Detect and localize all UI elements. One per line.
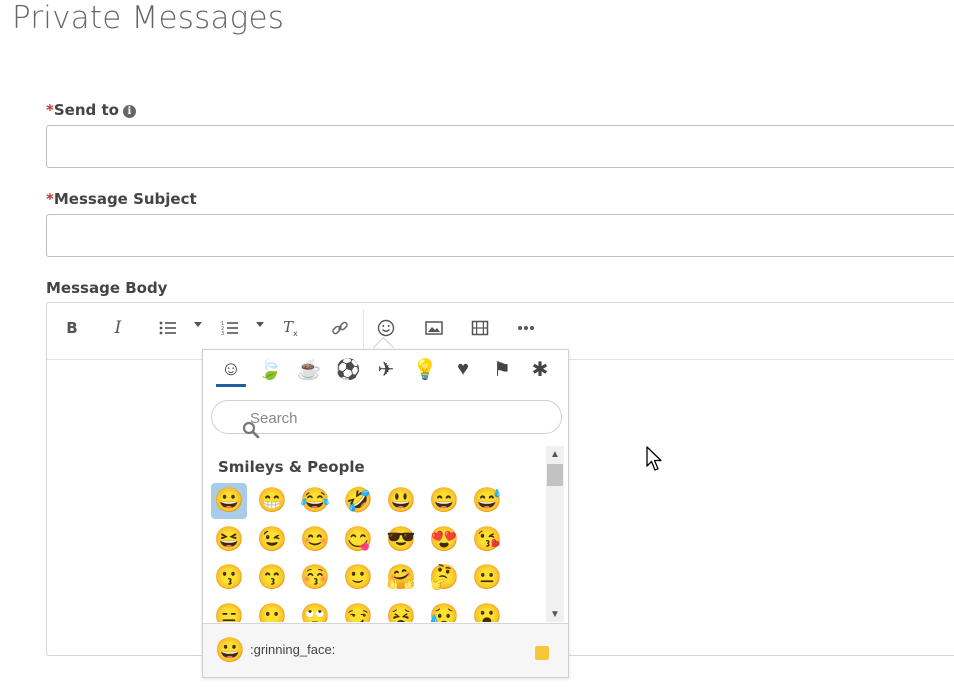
emoji-item[interactable]: 😄 bbox=[426, 483, 462, 519]
emoji-preview-name: :grinning_face: bbox=[250, 642, 336, 657]
send-to-input[interactable] bbox=[46, 125, 954, 168]
emoji-item[interactable]: 😙 bbox=[254, 560, 290, 596]
emoji-item[interactable]: 😏 bbox=[340, 599, 376, 622]
emoji-search[interactable] bbox=[211, 400, 562, 439]
emoji-item[interactable]: 😀 bbox=[211, 483, 247, 519]
emoji-category-symbols-icon[interactable]: ♥ bbox=[446, 356, 480, 382]
body-label: Message Body bbox=[46, 279, 168, 297]
italic-button[interactable]: I bbox=[109, 317, 127, 339]
emoji-category-objects-icon[interactable]: 💡 bbox=[408, 356, 442, 382]
emoji-icon[interactable] bbox=[375, 317, 397, 339]
required-mark: * bbox=[46, 101, 54, 119]
subject-input[interactable] bbox=[46, 214, 954, 257]
emoji-item[interactable]: 😅 bbox=[469, 483, 505, 519]
emoji-search-input[interactable] bbox=[248, 407, 542, 429]
emoji-category-nature-icon[interactable]: 🍃 bbox=[253, 356, 287, 382]
subject-label: *Message Subject bbox=[46, 190, 197, 208]
emoji-item[interactable]: 😍 bbox=[426, 522, 462, 558]
emoji-scrollbar[interactable]: ▲ ▼ bbox=[546, 446, 564, 622]
svg-text:3: 3 bbox=[221, 331, 224, 336]
emoji-section-title: Smileys & People bbox=[218, 458, 365, 476]
emoji-category-travel-icon[interactable]: ✈ bbox=[369, 356, 403, 382]
mouse-cursor-icon bbox=[646, 446, 662, 471]
emoji-item[interactable]: 😋 bbox=[340, 522, 376, 558]
video-icon[interactable] bbox=[469, 317, 491, 339]
emoji-item[interactable]: 😣 bbox=[383, 599, 419, 622]
emoji-list: Smileys & People 😀 😁 😂 🤣 😃 😄 😅 😆 😉 😊 😋 😎 😍 😘 😗 😙 😚 🙂 🤗 🤔 😐 😑 😶… bbox=[203, 444, 546, 622]
bullet-list-icon[interactable] bbox=[157, 317, 179, 339]
skin-tone-button[interactable] bbox=[535, 646, 549, 660]
emoji-item[interactable]: 😃 bbox=[383, 483, 419, 519]
required-mark: * bbox=[46, 190, 54, 208]
emoji-item[interactable]: 😚 bbox=[297, 560, 333, 596]
info-icon[interactable]: i bbox=[122, 105, 136, 118]
scrollbar-thumb[interactable] bbox=[547, 464, 563, 486]
send-to-label: *Send to i bbox=[46, 101, 136, 119]
clear-formatting-icon[interactable]: Tx bbox=[281, 317, 303, 339]
bullet-list-dropdown-icon[interactable] bbox=[194, 322, 202, 327]
image-icon[interactable] bbox=[423, 317, 445, 339]
emoji-item[interactable]: 😗 bbox=[211, 560, 247, 596]
emoji-category-flags-icon[interactable]: ⚑ bbox=[485, 356, 519, 382]
emoji-item[interactable]: 😶 bbox=[254, 599, 290, 622]
emoji-item[interactable]: 😆 bbox=[211, 522, 247, 558]
page-title: Private Messages bbox=[12, 0, 285, 36]
search-icon bbox=[242, 421, 260, 439]
emoji-category-bar: ☺ 🍃 ☕ ⚽ ✈ 💡 ♥ ⚑ ✱ bbox=[203, 350, 568, 388]
emoji-category-custom-icon[interactable]: ✱ bbox=[523, 356, 557, 382]
emoji-item[interactable]: 🙄 bbox=[297, 599, 333, 622]
emoji-item[interactable]: 🙂 bbox=[340, 560, 376, 596]
scroll-down-icon[interactable]: ▼ bbox=[546, 606, 564, 622]
emoji-item[interactable]: 😉 bbox=[254, 522, 290, 558]
emoji-item[interactable]: 😘 bbox=[469, 522, 505, 558]
bold-button[interactable]: B bbox=[63, 317, 81, 339]
emoji-category-activities-icon[interactable]: ⚽ bbox=[331, 356, 365, 382]
emoji-item[interactable]: 🤣 bbox=[340, 483, 376, 519]
emoji-item[interactable]: 😐 bbox=[469, 560, 505, 596]
emoji-category-food-icon[interactable]: ☕ bbox=[292, 356, 326, 382]
svg-text:x: x bbox=[293, 329, 298, 337]
emoji-item[interactable]: 😎 bbox=[383, 522, 419, 558]
emoji-item[interactable]: 😥 bbox=[426, 599, 462, 622]
emoji-picker-popup: ☺🍃☕⚽✈💡♥⚑✱ Smileys & People 😀😁😂🤣😃😄😅😆😉😊😋😎😍… bbox=[202, 349, 569, 678]
emoji-category-smileys-icon[interactable]: ☺ bbox=[214, 356, 248, 387]
numbered-list-dropdown-icon[interactable] bbox=[256, 322, 264, 327]
subject-label-text: Message Subject bbox=[53, 190, 197, 208]
emoji-preview: 😀 bbox=[215, 636, 245, 664]
emoji-item[interactable]: 🤔 bbox=[426, 560, 462, 596]
emoji-item[interactable]: 😊 bbox=[297, 522, 333, 558]
scroll-up-icon[interactable]: ▲ bbox=[546, 446, 564, 462]
link-icon[interactable] bbox=[329, 317, 351, 339]
emoji-item[interactable]: 😮 bbox=[469, 599, 505, 622]
more-options-icon[interactable] bbox=[515, 317, 537, 339]
toolbar-divider bbox=[363, 309, 364, 349]
emoji-item[interactable]: 😂 bbox=[297, 483, 333, 519]
emoji-item[interactable]: 😑 bbox=[211, 599, 247, 622]
numbered-list-icon[interactable]: 123 bbox=[219, 317, 241, 339]
emoji-item[interactable]: 🤗 bbox=[383, 560, 419, 596]
send-to-label-text: Send to bbox=[53, 101, 119, 119]
emoji-item[interactable]: 😁 bbox=[254, 483, 290, 519]
emoji-preview-footer: 😀 :grinning_face: bbox=[203, 623, 568, 677]
